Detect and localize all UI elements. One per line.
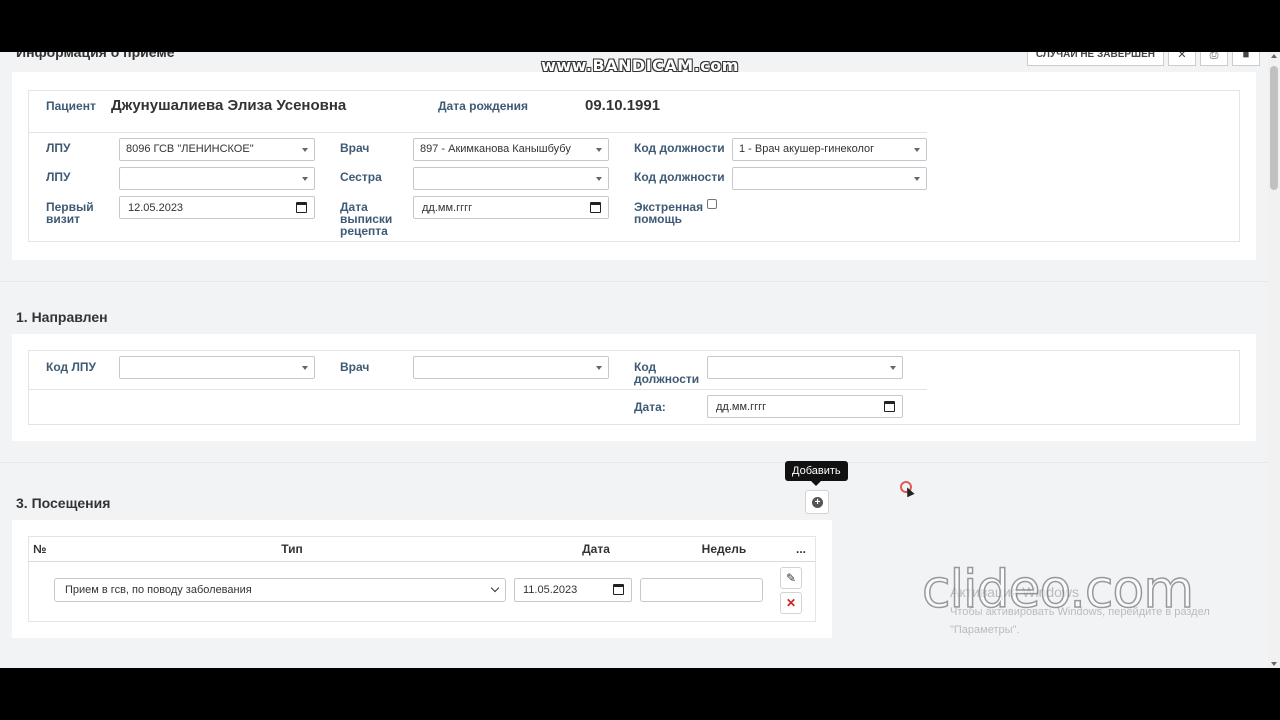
rx-date-label-line3: рецепта — [340, 224, 388, 238]
referred-position-label-line2: должности — [634, 372, 700, 386]
first-visit-label: Первый визит — [46, 201, 94, 225]
visit-type-select[interactable]: Прием в гсв, по поводу заболевания — [54, 578, 506, 602]
referred-position-select[interactable] — [707, 356, 903, 379]
first-visit-date-input[interactable]: 12.05.2023 — [119, 196, 315, 219]
clideo-watermark: clideo.com — [921, 559, 1194, 621]
bandicam-watermark: www.BANDICAM.com — [541, 56, 739, 75]
first-visit-date-value: 12.05.2023 — [128, 202, 184, 214]
section-separator — [0, 281, 1268, 282]
divider — [29, 132, 927, 133]
video-letterbox-bottom — [0, 668, 1280, 720]
patient-name: Джунушалиева Элиза Усеновна — [111, 97, 347, 114]
lpu-label: ЛПУ — [46, 141, 71, 155]
add-tooltip: Добавить — [785, 461, 848, 486]
position2-label: Код должности — [634, 170, 725, 184]
chevron-down-icon — [490, 583, 500, 593]
referred-date-label: Дата: — [634, 400, 666, 414]
delete-icon: ✕ — [785, 596, 797, 610]
emergency-label: Экстренная помощь — [634, 201, 703, 225]
column-header-type: Тип — [53, 537, 531, 562]
nurse-select[interactable] — [413, 167, 609, 190]
calendar-icon[interactable] — [884, 401, 895, 412]
referred-lpu-label: Код ЛПУ — [46, 360, 96, 374]
scrollbar-thumb[interactable] — [1270, 66, 1278, 190]
column-header-date: Дата — [531, 537, 661, 562]
column-header-number: № — [29, 537, 53, 562]
position-select-value: 1 - Врач акушер-гинеколог — [739, 143, 875, 155]
visit-date-input[interactable]: 11.05.2023 — [514, 578, 632, 602]
doctor-label: Врач — [340, 141, 370, 155]
edit-icon: ✎ — [785, 571, 797, 585]
chevron-down-icon — [302, 177, 308, 181]
chevron-down-icon — [302, 148, 308, 152]
first-visit-label-line2: визит — [46, 212, 80, 226]
video-letterbox-top — [0, 0, 1280, 52]
chevron-down-icon — [302, 366, 308, 370]
lpu2-select[interactable] — [119, 167, 315, 190]
position-select[interactable]: 1 - Врач акушер-гинеколог — [732, 138, 927, 161]
doctor-select[interactable]: 897 - Акимканова Канышбубу — [413, 138, 609, 161]
nurse-label: Сестра — [340, 170, 382, 184]
lpu-select[interactable]: 8096 ГСВ "ЛЕНИНСКОЕ" — [119, 138, 315, 161]
position-label: Код должности — [634, 141, 725, 155]
delete-visit-button[interactable]: ✕ — [780, 592, 802, 614]
chevron-down-icon — [596, 148, 602, 152]
lpu2-label: ЛПУ — [46, 170, 71, 184]
emergency-label-line2: помощь — [634, 212, 682, 226]
visit-date-value: 11.05.2023 — [523, 584, 578, 596]
plus-icon: + — [812, 497, 823, 508]
calendar-icon[interactable] — [296, 202, 307, 213]
referred-lpu-select[interactable] — [119, 356, 315, 379]
chevron-down-icon — [914, 148, 920, 152]
chevron-down-icon — [890, 366, 896, 370]
position2-select[interactable] — [732, 167, 927, 190]
section-separator — [0, 462, 1268, 463]
edit-visit-button[interactable]: ✎ — [780, 567, 802, 589]
divider — [29, 389, 927, 390]
referred-doctor-label: Врач — [340, 360, 370, 374]
column-header-actions: ... — [787, 537, 815, 562]
dob-value: 09.10.1991 — [585, 97, 661, 114]
calendar-icon[interactable] — [590, 202, 601, 213]
referred-panel — [12, 334, 1256, 441]
section-title-referred: 1. Направлен — [16, 309, 108, 325]
visit-weeks-input[interactable] — [640, 578, 763, 602]
chevron-down-icon — [596, 366, 602, 370]
column-header-weeks: Недель — [661, 537, 787, 562]
rx-date-label: Дата выписки рецепта — [340, 201, 392, 237]
section-title-visits: 3. Посещения — [16, 495, 111, 511]
chevron-down-icon — [596, 177, 602, 181]
visits-table: № Тип Дата Недель ... — [29, 537, 815, 562]
lpu-select-value: 8096 ГСВ "ЛЕНИНСКОЕ" — [126, 143, 254, 155]
patient-label: Пациент — [46, 99, 96, 113]
chevron-down-icon — [914, 177, 920, 181]
rx-date-placeholder: дд.мм.гггг — [422, 202, 473, 214]
referred-position-label: Код должности — [634, 361, 699, 385]
calendar-icon[interactable] — [613, 584, 624, 595]
emergency-checkbox[interactable] — [707, 199, 717, 209]
referred-date-input[interactable]: дд.мм.гггг — [707, 395, 903, 418]
rx-date-input[interactable]: дд.мм.гггг — [413, 196, 609, 219]
visit-type-value: Прием в гсв, по поводу заболевания — [65, 584, 252, 596]
page-scrollbar[interactable] — [1268, 52, 1280, 668]
dob-label: Дата рождения — [438, 99, 529, 113]
add-visit-button[interactable]: + — [805, 490, 829, 514]
scroll-down-icon[interactable] — [1271, 662, 1277, 666]
windows-activation-text-2: "Параметры". — [950, 624, 1020, 636]
referred-date-placeholder: дд.мм.гггг — [716, 401, 767, 413]
doctor-select-value: 897 - Акимканова Канышбубу — [420, 143, 571, 155]
referred-doctor-select[interactable] — [413, 356, 609, 379]
page-viewport: Информация о приеме СЛУЧАЙ НЕ ЗАВЕРШЕН ✕… — [0, 52, 1280, 668]
cursor-arrow-icon — [903, 485, 915, 498]
